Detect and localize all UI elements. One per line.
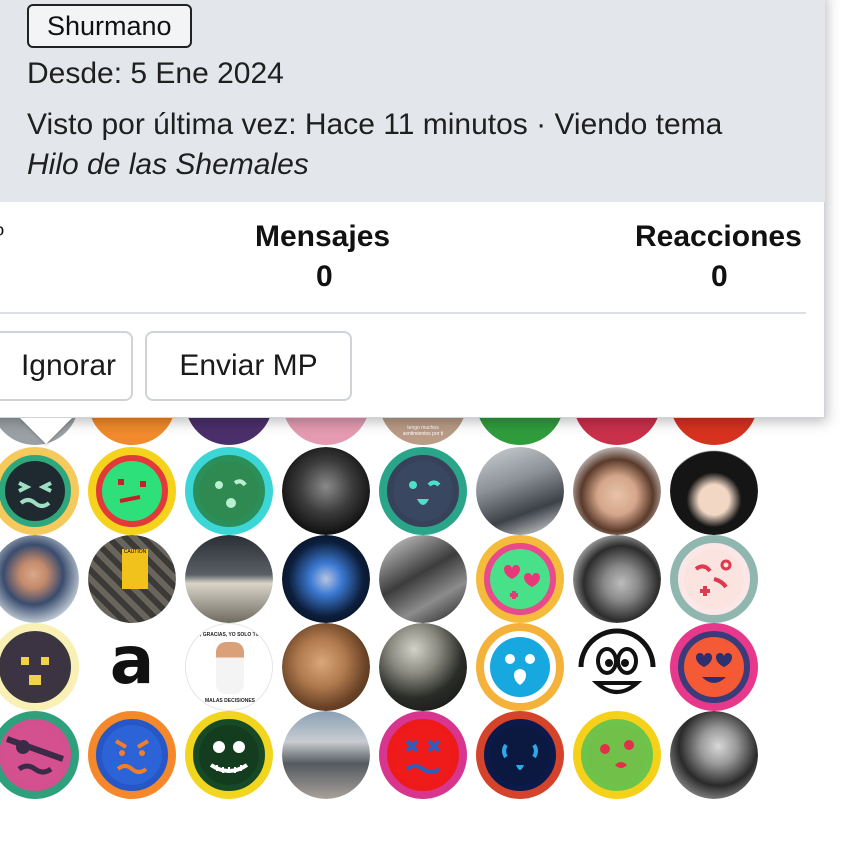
avatar-photo-airport[interactable] [282,711,370,799]
messages-label: Mensajes [255,220,391,253]
heart-eyes-icon [684,637,744,697]
dead-face-icon [393,725,453,785]
avatar-photo-desk[interactable] [476,447,564,535]
messages-count: 0 [316,260,333,293]
avatar-sticker-malas-decisiones[interactable]: NO, GRACIAS, YO SOLO TOMO MALAS DECISION… [185,623,273,711]
caution-sign-text: CAUTION [122,549,148,589]
neutral-face-icon [5,637,65,697]
avatar-photo-dog[interactable] [282,623,370,711]
viewing-thread-link[interactable]: Hilo de las Shemales [27,148,309,181]
sticker-bottom-text: MALAS DECISIONES [204,698,255,704]
avatar-emoji-love[interactable] [670,535,758,623]
man-face-photo [573,447,661,535]
avatar-emoji-dead[interactable] [379,711,467,799]
neon-rat-image [282,535,370,623]
avatar-photo-wolf[interactable] [282,447,370,535]
avatar-emoji-heart-eyes[interactable] [670,623,758,711]
dizzy-face-icon [5,461,65,521]
member-tooltip-card: Shurmano Desde: 5 Ene 2024 Visto por últ… [0,0,825,418]
amazon-smile-icon [171,709,176,711]
anime-character-image [670,447,758,535]
avatar-photo-portrait[interactable] [670,711,758,799]
sticker-figure [216,642,244,694]
member-card-header: Shurmano Desde: 5 Ene 2024 Visto por últ… [0,0,825,202]
screen: tengo muchos sentimientos por ti CAUTION… [0,0,852,861]
cartoon-face-icon [578,628,656,694]
joined-date: Desde: 5 Ene 2024 [27,57,284,90]
garage-photo [379,535,467,623]
avatar-emoji-hearts[interactable] [476,535,564,623]
avatar-emoji-grin[interactable] [185,711,273,799]
avatar-rat-neon[interactable] [282,535,370,623]
airport-photo [282,711,370,799]
wink-face-icon [199,461,259,521]
sad-face-icon [102,461,162,521]
worried-face-icon [102,725,162,785]
avatar-photo-car[interactable] [185,535,273,623]
avatar-emoji-dizzy[interactable] [0,447,79,535]
card-divider [0,312,806,314]
avatar-anime[interactable] [670,447,758,535]
last-seen-text: Visto por última vez: Hace 11 minutos · … [27,108,723,141]
avatar-photo-garage[interactable] [379,535,467,623]
wolf-photo [282,447,370,535]
user-title-badge: Shurmano [27,4,192,48]
avatar-amazon[interactable]: a [88,623,176,711]
reactions-count: 0 [711,260,728,293]
blush-face-icon [587,725,647,785]
desk-photo [476,447,564,535]
love-face-icon [684,549,744,609]
avatar-emoji-neutral[interactable] [0,623,79,711]
selfie-photo [0,535,79,623]
dog-photo [282,623,370,711]
last-seen-info: Visto por última vez: Hace 11 minutos · … [27,105,817,185]
heart-eyes-face-icon [490,549,550,609]
avatar-photo-caution[interactable]: CAUTION [88,535,176,623]
avatar-photo-bw-man[interactable] [573,535,661,623]
bw-man-photo [573,535,661,623]
pirate-face-icon [5,725,65,785]
sticker-top-text: NO, GRACIAS, YO SOLO TOMO [192,632,268,638]
mug-caption: tengo muchos sentimientos por ti [402,425,444,437]
avatar-photo-man[interactable] [573,447,661,535]
avatar-emoji-wink[interactable] [185,447,273,535]
stat-partial-label: º [0,222,4,250]
creature-photo [379,623,467,711]
avatar-emoji-worried[interactable] [88,711,176,799]
avatar-emoji-blush[interactable] [573,711,661,799]
car-photo [185,535,273,623]
avatar-emoji-sad[interactable] [88,447,176,535]
avatar-emoji-tongue[interactable] [379,447,467,535]
surprised-face-icon [490,637,550,697]
ignore-button[interactable]: Ignorar [0,331,133,401]
smirk-face-icon [490,725,550,785]
avatar-photo-creature[interactable] [379,623,467,711]
card-pointer-arrow [20,418,72,444]
avatar-emoji-pirate[interactable] [0,711,79,799]
portrait-photo [670,711,758,799]
avatar-emoji-surprised[interactable] [476,623,564,711]
avatar-photo-selfie[interactable] [0,535,79,623]
grin-face-icon [199,725,259,785]
reactions-label: Reacciones [635,220,802,253]
avatar-emoji-smirk[interactable] [476,711,564,799]
send-pm-button[interactable]: Enviar MP [145,331,352,401]
tongue-face-icon [393,461,453,521]
avatar-cartoon-face[interactable] [573,623,661,711]
